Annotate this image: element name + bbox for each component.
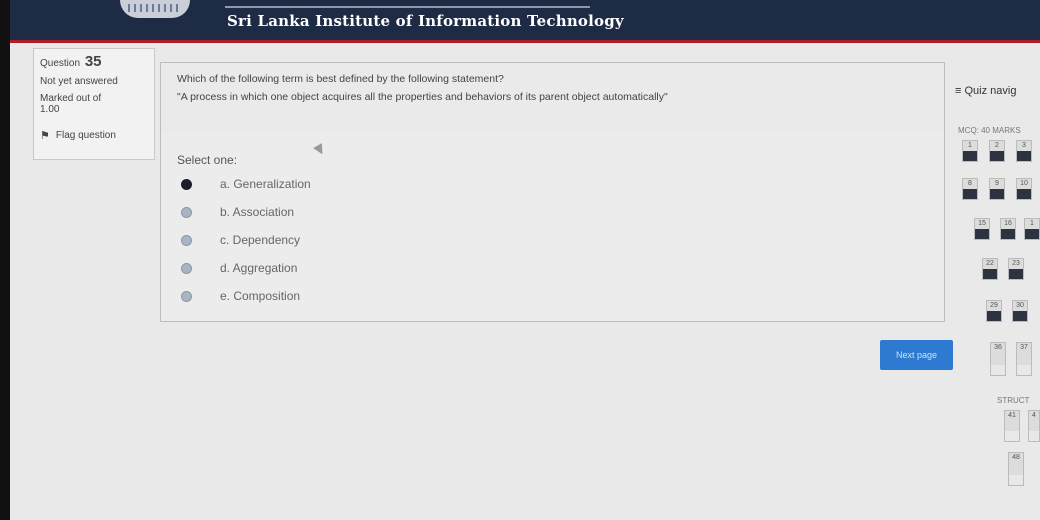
nav-cell-number: 16 [1004,220,1012,227]
select-one-label: Select one: [177,153,238,167]
question-text-area: Which of the following term is best defi… [161,63,944,133]
option-a[interactable]: a. Generalization [181,177,311,191]
option-e[interactable]: e. Composition [181,289,300,303]
answer-status: Not yet answered [40,76,118,87]
nav-cell-number: 1 [1030,220,1034,227]
radio-option-c[interactable] [181,234,192,246]
nav-cell-fill [987,311,1001,321]
nav-cell[interactable]: 30 [1012,300,1028,322]
nav-cell[interactable]: 22 [982,258,998,280]
nav-cell-number: 23 [1012,260,1020,267]
nav-cell-fill [975,229,989,239]
nav-cell-fill [1001,229,1015,239]
nav-cell[interactable]: 29 [986,300,1002,322]
marked-label: Marked out of [40,93,102,104]
option-c[interactable]: c. Dependency [181,233,300,247]
nav-cell[interactable]: 8 [962,178,978,200]
option-label: a. Generalization [220,177,311,191]
nav-section-mcq: MCQ: 40 MARKS [958,126,1021,135]
nav-cell-fill [990,151,1004,161]
question-panel: Which of the following term is best defi… [160,62,945,322]
screen-bezel [0,0,10,520]
option-d[interactable]: d. Aggregation [181,261,297,275]
nav-cell-number: 3 [1022,142,1026,149]
nav-cell-number: 9 [995,180,999,187]
nav-cell[interactable]: 4 [1028,410,1040,442]
nav-cell-number: 36 [994,344,1002,351]
flag-question-link[interactable]: ⚑ Flag question [40,129,148,142]
nav-cell-number: 29 [990,302,998,309]
nav-cell-number: 15 [978,220,986,227]
nav-cell-fill [983,269,997,279]
nav-cell-number: 22 [986,260,994,267]
nav-cell-number: 10 [1020,180,1028,187]
question-number: 35 [84,53,102,70]
nav-cell[interactable]: 9 [989,178,1005,200]
option-label: b. Association [220,205,295,219]
nav-cell-number: 37 [1020,344,1028,351]
option-label: d. Aggregation [220,261,298,275]
nav-cell[interactable]: 37 [1016,342,1032,376]
nav-cell-fill [1013,311,1027,321]
institute-logo [120,0,190,18]
next-page-button[interactable]: Next page [880,340,953,370]
option-label: c. Dependency [220,233,301,247]
question-statement: "A process in which one object acquires … [177,91,668,103]
radio-option-a[interactable] [181,178,192,190]
nav-cell[interactable]: 1 [1024,218,1040,240]
marked-value: 1.00 [40,104,60,115]
nav-cell[interactable]: 2 [989,140,1005,162]
site-header: Sri Lanka Institute of Information Techn… [10,0,1040,43]
nav-cell-fill [1017,189,1031,199]
header-divider [225,6,590,8]
nav-cell-fill [1009,269,1023,279]
nav-cell[interactable]: 36 [990,342,1006,376]
nav-cell[interactable]: 16 [1000,218,1016,240]
nav-cell-fill [991,365,1005,375]
site-title: Sri Lanka Institute of Information Techn… [227,12,624,30]
option-label: e. Composition [220,289,301,303]
nav-cell[interactable]: 15 [974,218,990,240]
nav-cell[interactable]: 3 [1016,140,1032,162]
nav-section-struct: STRUCT [997,396,1030,405]
flag-icon: ⚑ [40,130,50,142]
nav-cell-number: 4 [1032,412,1036,419]
nav-cell[interactable]: 48 [1008,452,1024,486]
option-b[interactable]: b. Association [181,205,294,219]
nav-cell-fill [1005,431,1019,441]
question-label: Question [40,58,81,69]
radio-option-d[interactable] [181,262,192,274]
nav-cell[interactable]: 10 [1016,178,1032,200]
flag-label: Flag question [55,130,116,141]
radio-option-e[interactable] [181,290,192,302]
question-text: Which of the following term is best defi… [177,73,504,85]
quiz-navigation-title: ≡ Quiz navig [955,85,1017,97]
nav-cell[interactable]: 23 [1008,258,1024,280]
nav-cell-fill [1009,475,1023,485]
nav-cell-fill [963,189,977,199]
nav-cell-fill [1029,431,1039,441]
nav-cell-fill [990,189,1004,199]
nav-cell-fill [1017,365,1031,375]
nav-cell[interactable]: 41 [1004,410,1020,442]
nav-cell-number: 8 [968,180,972,187]
radio-option-b[interactable] [181,206,192,218]
nav-cell-fill [963,151,977,161]
question-number-row: Question 35 [40,53,148,70]
nav-cell-number: 2 [995,142,999,149]
nav-cell-number: 48 [1012,454,1020,461]
nav-cell-number: 1 [968,142,972,149]
nav-cell-fill [1017,151,1031,161]
nav-cell-number: 30 [1016,302,1024,309]
question-info-panel: Question 35 Not yet answered Marked out … [33,48,155,160]
nav-cell-fill [1025,229,1039,239]
nav-cell[interactable]: 1 [962,140,978,162]
answer-area: Select one: a. Generalization b. Associa… [161,133,944,303]
nav-cell-number: 41 [1008,412,1016,419]
